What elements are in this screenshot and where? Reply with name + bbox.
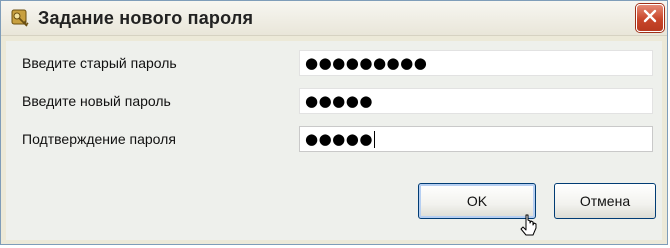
dialog-title: Задание нового пароля (38, 7, 254, 28)
old-password-label: Введите старый пароль (22, 55, 177, 71)
old-password-row: Введите старый пароль ●●●●●●●●● (6, 43, 662, 83)
new-password-row: Введите новый пароль ●●●●● (6, 81, 662, 121)
ok-button[interactable]: OK (418, 183, 536, 219)
close-button[interactable] (636, 4, 664, 32)
new-password-value: ●●●●● (305, 91, 373, 110)
confirm-password-label: Подтверждение пароля (22, 131, 176, 147)
keys-icon (10, 7, 32, 29)
password-dialog: Задание нового пароля Введите старый пар… (0, 0, 668, 245)
text-caret (373, 130, 375, 148)
old-password-field[interactable]: ●●●●●●●●● (299, 50, 653, 76)
new-password-field[interactable]: ●●●●● (299, 88, 653, 114)
title-bar[interactable]: Задание нового пароля (1, 1, 667, 36)
old-password-value: ●●●●●●●●● (305, 53, 428, 72)
cancel-button[interactable]: Отмена (554, 183, 656, 219)
new-password-label: Введите новый пароль (22, 93, 171, 109)
confirm-password-value: ●●●●● (305, 129, 373, 148)
confirm-password-row: Подтверждение пароля ●●●●● (6, 119, 662, 159)
close-icon (643, 9, 657, 28)
confirm-password-field[interactable]: ●●●●● (299, 126, 653, 152)
